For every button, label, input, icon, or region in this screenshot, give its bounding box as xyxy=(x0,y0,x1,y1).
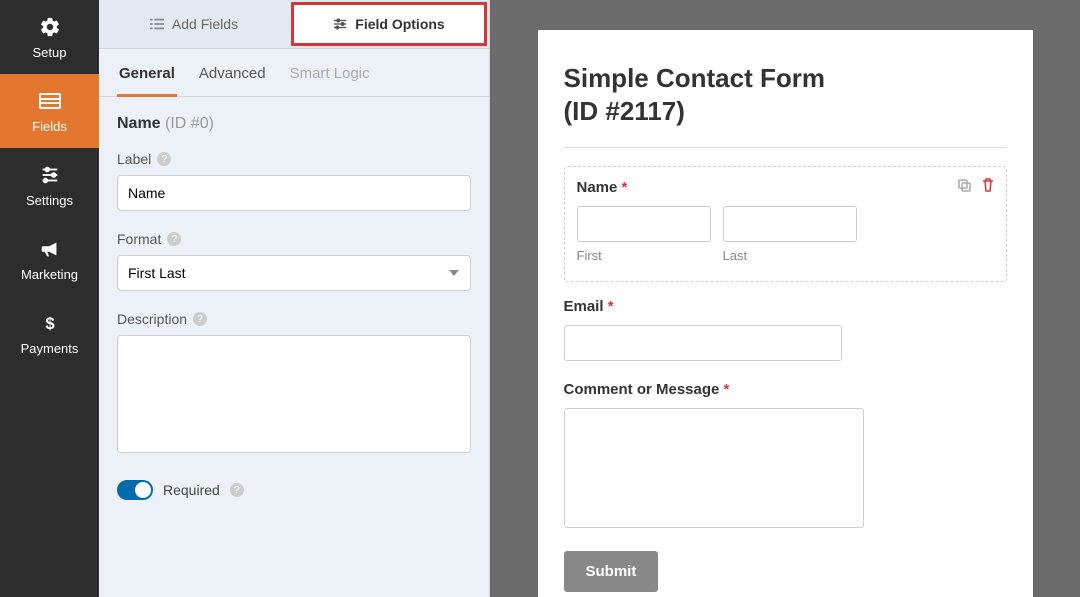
required-asterisk: * xyxy=(622,179,628,196)
tab-add-fields-label: Add Fields xyxy=(172,16,238,32)
label-input[interactable] xyxy=(117,175,471,211)
tab-add-fields[interactable]: Add Fields xyxy=(99,0,289,48)
subtab-advanced[interactable]: Advanced xyxy=(197,65,268,96)
field-heading: Name (ID #0) xyxy=(117,115,471,133)
field-heading-id: (ID #0) xyxy=(165,115,214,132)
options-panel: Add Fields Field Options General Advance… xyxy=(99,0,490,597)
form-title-line1: Simple Contact Form xyxy=(564,63,825,93)
format-label: Format xyxy=(117,231,161,247)
sidebar-item-setup[interactable]: Setup xyxy=(0,0,99,74)
sidebar-item-fields[interactable]: Fields xyxy=(0,74,99,148)
tab-field-options-label: Field Options xyxy=(355,16,444,32)
svg-text:$: $ xyxy=(45,313,55,332)
list-icon xyxy=(150,17,164,31)
sidebar-item-settings[interactable]: Settings xyxy=(0,148,99,222)
sliders-icon xyxy=(38,163,62,187)
help-icon[interactable]: ? xyxy=(167,232,181,246)
submit-button[interactable]: Submit xyxy=(564,551,659,592)
panel-top-tabs: Add Fields Field Options xyxy=(99,0,489,49)
help-icon[interactable]: ? xyxy=(230,483,244,497)
sidebar-label-payments: Payments xyxy=(21,341,79,356)
field-message-block[interactable]: Comment or Message * xyxy=(564,381,1007,531)
sidebar-label-setup: Setup xyxy=(33,45,67,60)
help-icon[interactable]: ? xyxy=(157,152,171,166)
email-field-label: Email * xyxy=(564,298,1007,315)
description-label: Description xyxy=(117,311,187,327)
email-input[interactable] xyxy=(564,325,842,361)
format-select[interactable]: First Last xyxy=(117,255,471,291)
required-label: Required xyxy=(163,482,220,498)
sidebar-label-fields: Fields xyxy=(32,119,67,134)
field-email-block[interactable]: Email * xyxy=(564,298,1007,361)
description-textarea[interactable] xyxy=(117,335,471,453)
form-icon xyxy=(38,89,62,113)
tab-field-options[interactable]: Field Options xyxy=(291,2,487,46)
divider xyxy=(564,147,1007,148)
first-name-input[interactable] xyxy=(577,206,711,242)
sidebar-label-settings: Settings xyxy=(26,193,73,208)
form-title: Simple Contact Form (ID #2117) xyxy=(564,62,1007,127)
form-title-line2: (ID #2117) xyxy=(564,96,685,126)
sidebar-item-payments[interactable]: $ Payments xyxy=(0,296,99,370)
label-label: Label xyxy=(117,151,151,167)
last-sublabel: Last xyxy=(723,248,857,263)
message-textarea[interactable] xyxy=(564,408,864,528)
last-name-input[interactable] xyxy=(723,206,857,242)
panel-sub-tabs: General Advanced Smart Logic xyxy=(99,49,489,97)
help-icon[interactable]: ? xyxy=(193,312,207,326)
required-toggle[interactable] xyxy=(117,480,153,500)
trash-icon[interactable] xyxy=(980,177,996,193)
sidebar-item-marketing[interactable]: Marketing xyxy=(0,222,99,296)
sidebar-label-marketing: Marketing xyxy=(21,267,78,282)
left-sidebar: Setup Fields Settings Marketing $ Paymen… xyxy=(0,0,99,597)
field-heading-name: Name xyxy=(117,115,161,132)
subtab-smart-logic[interactable]: Smart Logic xyxy=(288,65,372,96)
dollar-icon: $ xyxy=(38,311,62,335)
message-field-label: Comment or Message * xyxy=(564,381,1007,398)
required-asterisk: * xyxy=(724,381,730,398)
field-name-block[interactable]: Name * First Last xyxy=(564,166,1007,282)
form-preview: Simple Contact Form (ID #2117) Name * Fi… xyxy=(538,30,1033,597)
duplicate-icon[interactable] xyxy=(956,177,972,193)
panel-body: Name (ID #0) Label ? Format ? First Last xyxy=(99,97,489,597)
subtab-general[interactable]: General xyxy=(117,65,177,97)
first-sublabel: First xyxy=(577,248,711,263)
gear-icon xyxy=(38,15,62,39)
required-asterisk: * xyxy=(608,298,614,315)
bullhorn-icon xyxy=(38,237,62,261)
sliders-small-icon xyxy=(333,17,347,31)
preview-area: Simple Contact Form (ID #2117) Name * Fi… xyxy=(490,0,1080,597)
name-field-label: Name * xyxy=(577,179,994,196)
